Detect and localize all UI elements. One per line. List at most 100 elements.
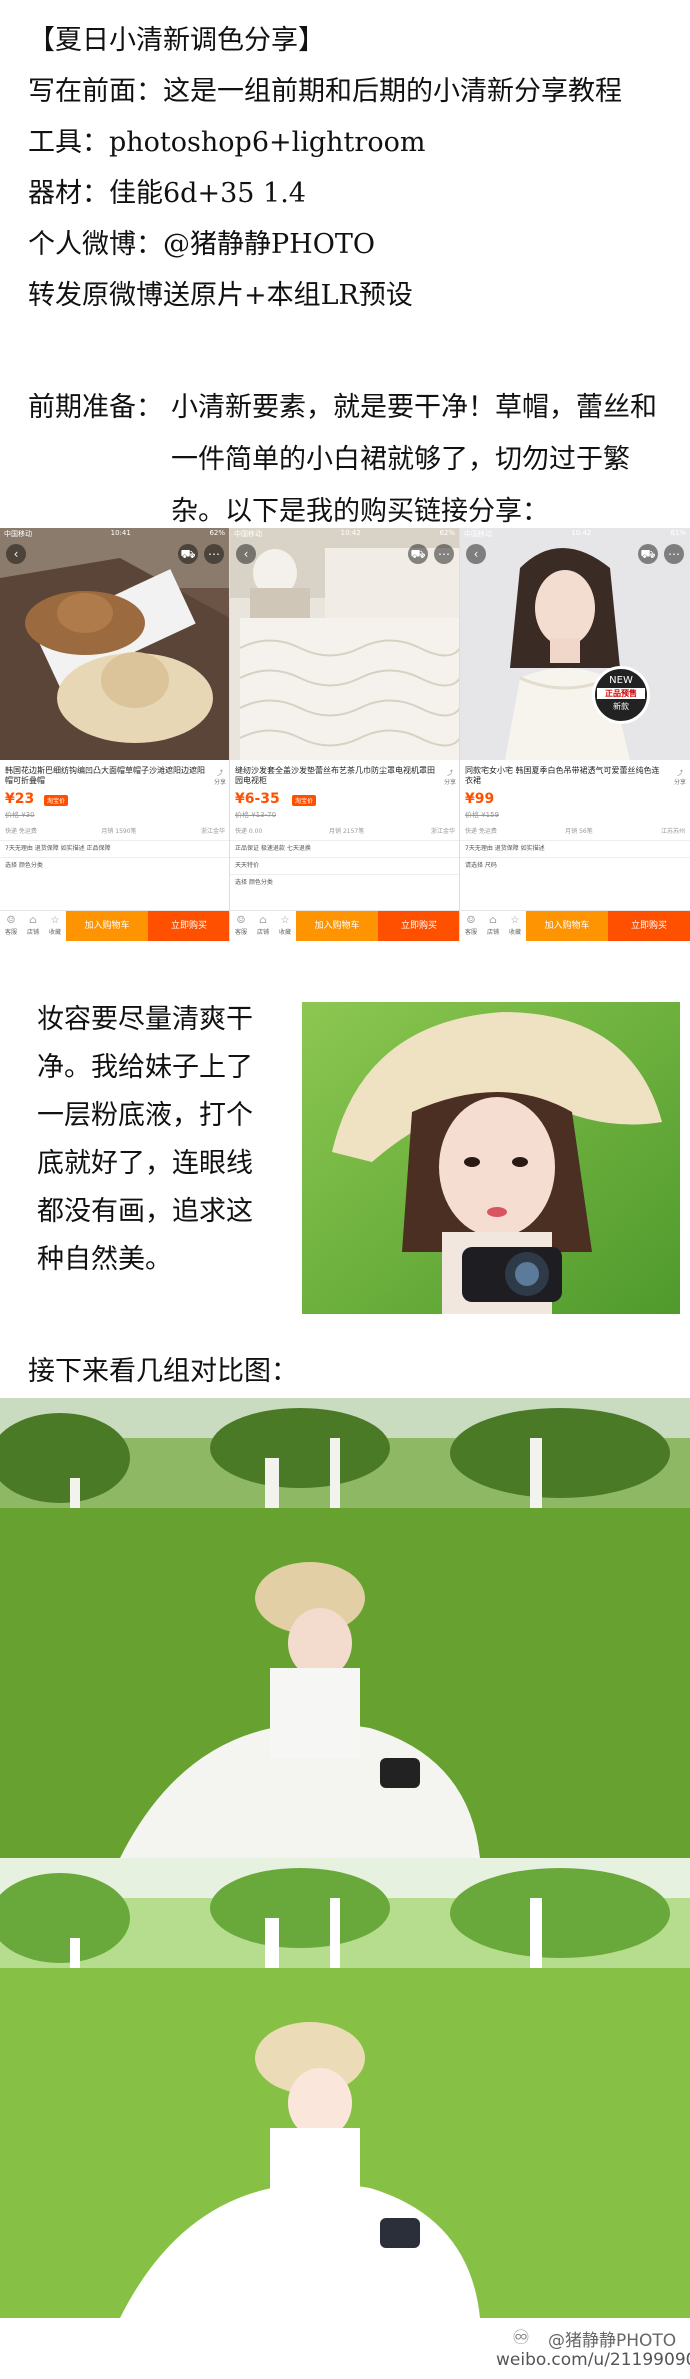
more-icon[interactable]: ⋯ — [664, 544, 684, 564]
option-row[interactable]: 选择 颜色分类 — [0, 857, 229, 874]
more-icon[interactable]: ⋯ — [204, 544, 224, 564]
back-icon[interactable]: ‹ — [236, 544, 256, 564]
battery-label: 61% — [670, 529, 686, 537]
nav-label: 收藏 — [278, 929, 291, 936]
buy-now-button[interactable]: 立即购买 — [148, 911, 229, 941]
share-label: 分享 — [213, 779, 226, 786]
cart-icon[interactable]: ⛟ — [638, 544, 658, 564]
cart-icon[interactable]: ⛟ — [408, 544, 428, 564]
add-to-cart-button[interactable]: 加入购物车 — [526, 911, 608, 941]
badge-model-text: 新款 — [613, 702, 629, 711]
product-title: 缝纫沙发套全盖沙发垫蕾丝布艺茶几巾防尘罩电视机罩田园电视柜 — [235, 766, 435, 785]
prep-paragraph: 前期准备： 小清新要素，就是要干净！草帽，蕾丝和一件简单的小白裙就够了，切勿过于… — [28, 382, 668, 538]
shipping-stats: 快递 免运费 月销 56笔 江苏苏州 — [465, 826, 685, 835]
customer-service-button[interactable]: ☺ 客服 — [0, 911, 22, 941]
stat-sales: 月销 1590笔 — [101, 828, 137, 835]
product-photo-dress: NEW 正品预售 新款 — [460, 528, 690, 760]
stat-sales: 月销 56笔 — [565, 828, 593, 835]
add-to-cart-button[interactable]: 加入购物车 — [296, 911, 378, 941]
share-button[interactable]: ⤴ 分享 — [674, 768, 686, 786]
clock-label: 10:42 — [571, 529, 592, 537]
back-icon[interactable]: ‹ — [466, 544, 486, 564]
product-price: ¥6-35 — [235, 791, 280, 807]
buy-now-button[interactable]: 立即购买 — [608, 911, 690, 941]
badge-genuine-text: 正品预售 — [597, 688, 645, 699]
product-price: ¥99 — [465, 791, 495, 807]
purchase-bar: ☺ 客服 ⌂ 店铺 ☆ 收藏 加入购物车 立即购买 — [460, 910, 690, 941]
product-title: 韩国花边斯巴细纺钩编凹凸大面帽草帽子沙滩遮阳边遮阳帽可折叠帽 — [5, 766, 205, 785]
stat-shipping: 快递 0.00 — [235, 828, 263, 835]
carrier-label: 中国移动 — [234, 530, 262, 538]
add-to-cart-button[interactable]: 加入购物车 — [66, 911, 148, 941]
star-icon: ☆ — [510, 915, 520, 926]
prep-body: 小清新要素，就是要干净！草帽，蕾丝和一件简单的小白裙就够了，切勿过于繁杂。以下是… — [171, 392, 657, 527]
share-label: 分享 — [673, 779, 686, 786]
product-photo-hat — [0, 528, 229, 760]
portrait-image — [302, 1002, 680, 1314]
carrier-label: 中国移动 — [464, 530, 492, 538]
product-card-lace[interactable]: 中国移动 10:42 62% ‹ ⛟ ⋯ 缝纫沙发套全盖沙发垫蕾丝布艺茶几巾防尘… — [230, 528, 460, 941]
intro-line-gear: 器材：佳能6d+35 1.4 — [28, 178, 306, 209]
status-bar: 中国移动 10:42 61% — [460, 528, 690, 540]
guarantee-row[interactable]: 正品保证 极速退款 七天退换 — [230, 840, 459, 857]
store-button[interactable]: ⌂ 店铺 — [482, 911, 504, 941]
share-label: 分享 — [443, 779, 456, 786]
customer-service-button[interactable]: ☺ 客服 — [460, 911, 482, 941]
favorite-button[interactable]: ☆ 收藏 — [504, 911, 526, 941]
favorite-button[interactable]: ☆ 收藏 — [44, 911, 66, 941]
favorite-button[interactable]: ☆ 收藏 — [274, 911, 296, 941]
status-bar: 中国移动 10:41 62% — [0, 528, 229, 540]
share-icon: ⤴ — [446, 770, 453, 777]
nav-label: 店铺 — [256, 929, 269, 936]
battery-label: 62% — [439, 529, 455, 537]
nav-label: 收藏 — [508, 929, 521, 936]
option-row[interactable]: 请选择 尺码 — [460, 857, 690, 874]
meadow-photo-after — [0, 1858, 690, 2318]
lace-photo-image — [230, 528, 459, 760]
hat-photo-image — [0, 528, 229, 760]
back-icon[interactable]: ‹ — [6, 544, 26, 564]
original-price: 价格 ¥30 — [5, 811, 35, 819]
battery-label: 62% — [209, 529, 225, 537]
store-button[interactable]: ⌂ 店铺 — [252, 911, 274, 941]
original-price: 价格 ¥159 — [465, 811, 500, 819]
store-button[interactable]: ⌂ 店铺 — [22, 911, 44, 941]
meadow-photo-before — [0, 1398, 690, 1858]
intro-line-preface: 写在前面：这是一组前期和后期的小清新分享教程 — [28, 76, 622, 107]
share-icon: ⤴ — [676, 770, 683, 777]
makeup-paragraph: 妆容要尽量清爽干净。我给妹子上了一层粉底液，打个底就好了，连眼线都没有画，追求这… — [37, 1004, 253, 1275]
new-badge: NEW 正品预售 新款 — [592, 666, 650, 724]
more-icon[interactable]: ⋯ — [434, 544, 454, 564]
nav-label: 店铺 — [26, 929, 39, 936]
stat-location: 江苏苏州 — [660, 828, 685, 835]
dress-photo-image — [460, 528, 690, 760]
promo-row[interactable]: 天天特价 — [230, 857, 459, 874]
shipping-stats: 快递 0.00 月销 2157笔 浙江金华 — [235, 826, 455, 835]
nav-label: 收藏 — [48, 929, 61, 936]
guarantee-row[interactable]: 7天无理由 退货保障 如实描述 — [460, 840, 690, 857]
share-button[interactable]: ⤴ 分享 — [444, 768, 456, 786]
star-icon: ☆ — [50, 915, 60, 926]
price-tag: 淘宝价 — [292, 795, 317, 806]
badge-new-text: NEW — [609, 675, 633, 686]
stat-location: 浙江金华 — [200, 828, 225, 835]
buy-now-button[interactable]: 立即购买 — [378, 911, 459, 941]
option-row[interactable]: 选择 颜色分类 — [230, 874, 459, 891]
stat-location: 浙江金华 — [430, 828, 455, 835]
shipping-stats: 快递 免运费 月销 1590笔 浙江金华 — [5, 826, 225, 835]
guarantee-row[interactable]: 7天无理由 退货保障 如实描述 正品保障 — [0, 840, 229, 857]
customer-service-button[interactable]: ☺ 客服 — [230, 911, 252, 941]
share-button[interactable]: ⤴ 分享 — [214, 768, 226, 786]
price-tag: 淘宝价 — [44, 795, 69, 806]
clock-label: 10:42 — [340, 529, 361, 537]
watermark-url: weibo.com/u/2119909074 — [496, 2350, 690, 2370]
purchase-bar: ☺ 客服 ⌂ 店铺 ☆ 收藏 加入购物车 立即购买 — [230, 910, 459, 941]
weibo-logo-icon: ♾ — [512, 2325, 530, 2349]
product-card-hat[interactable]: 中国移动 10:41 62% ‹ ⛟ ⋯ 韩国花边斯巴细纺钩编凹凸大面帽草帽子沙… — [0, 528, 230, 941]
service-icon: ☺ — [466, 915, 476, 926]
service-icon: ☺ — [6, 915, 16, 926]
nav-label: 客服 — [4, 929, 17, 936]
product-card-dress[interactable]: 中国移动 10:42 61% NEW 正品预售 新款 ‹ ⛟ ⋯ 同款宅女小宅 … — [460, 528, 690, 941]
intro-line-weibo: 个人微博：@猪静静PHOTO — [28, 229, 375, 260]
cart-icon[interactable]: ⛟ — [178, 544, 198, 564]
